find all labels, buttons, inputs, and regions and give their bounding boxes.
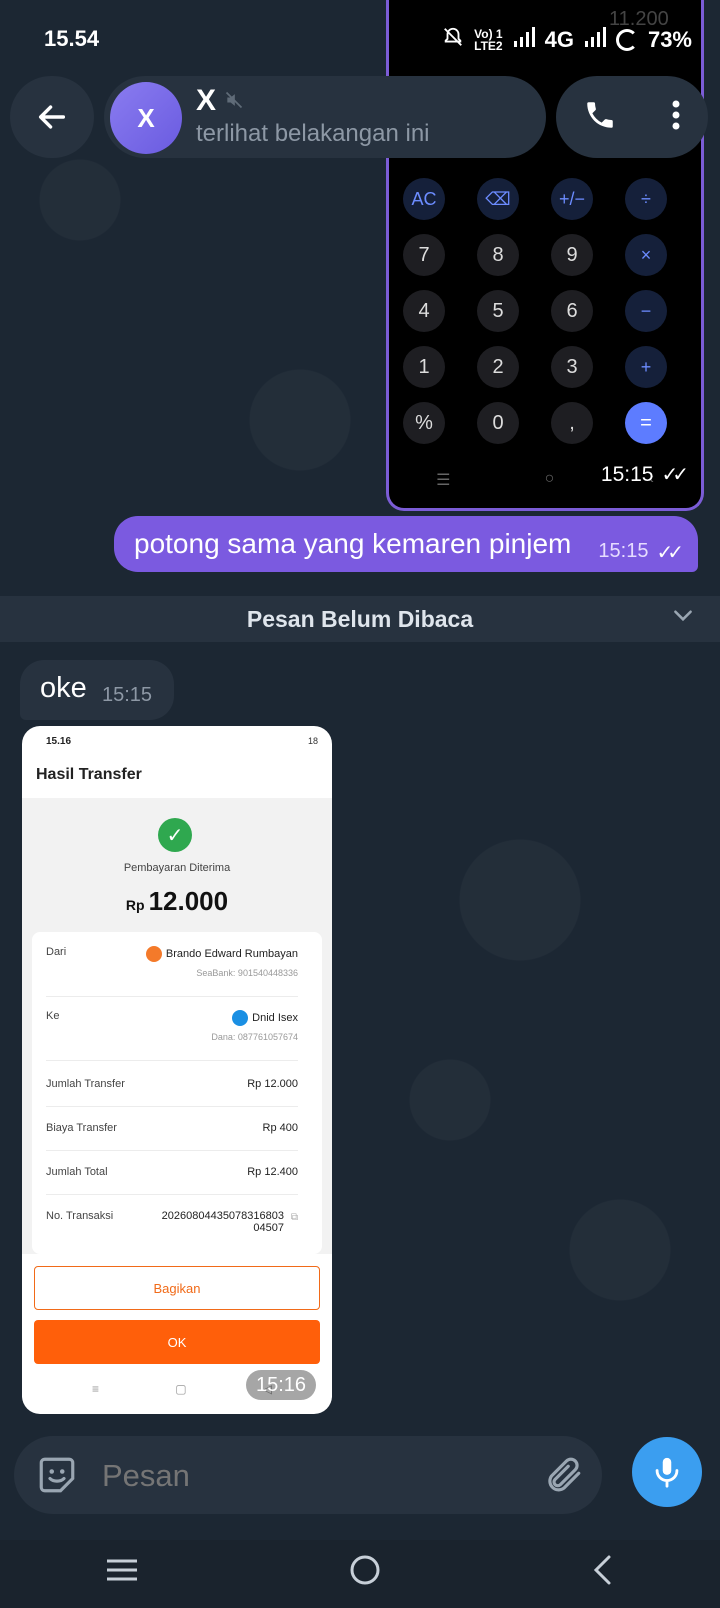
calculator-key: 6: [551, 290, 593, 332]
message-timestamp: 15:15: [102, 684, 153, 706]
transfer-details-card: Dari Brando Edward Rumbayan SeaBank: 901…: [32, 932, 322, 1254]
message-timestamp: 15:15 ✓✓: [598, 540, 683, 564]
user-avatar-icon: [145, 946, 162, 962]
calculator-key: AC: [403, 178, 445, 220]
calculator-key: 4: [403, 290, 445, 332]
calculator-key: ,: [551, 402, 593, 444]
message-text: potong sama yang kemaren pinjem: [134, 528, 572, 559]
battery-icon: [615, 29, 638, 51]
calculator-key: 7: [403, 234, 445, 276]
screenshot-nav-bar: ≡ ▢ ◁: [92, 1382, 272, 1396]
message-timestamp: 15:15 ✓✓: [600, 462, 689, 487]
calculator-key: 3: [551, 346, 593, 388]
header-actions: [556, 76, 708, 158]
from-row: Dari Brando Edward Rumbayan SeaBank: 901…: [46, 946, 298, 997]
phone-icon: [587, 101, 613, 128]
check-circle-icon: ✓: [158, 818, 192, 852]
calculator-key: −: [625, 290, 667, 332]
calculator-keypad: AC ⌫ +/− ÷ 7 8 9 × 4 5 6− 1 2 3 +% 0, =: [403, 178, 667, 444]
menu-icon: [107, 1559, 137, 1581]
calculator-key: 5: [477, 290, 519, 332]
more-options-button[interactable]: [671, 99, 681, 136]
calculator-key: ⌫: [477, 178, 519, 220]
transfer-amount: Rp 12.000: [125, 886, 229, 916]
network-type: 4G: [544, 27, 574, 52]
calculator-key: %: [403, 402, 445, 444]
paperclip-icon: [548, 1457, 581, 1492]
unread-label: Pesan Belum Dibaca: [246, 606, 474, 632]
attach-button[interactable]: [542, 1454, 584, 1501]
calculator-key: 1: [403, 346, 445, 388]
calculator-key: +: [625, 346, 667, 388]
battery-level: 73%: [647, 27, 692, 52]
double-check-icon: ✓✓: [661, 464, 688, 486]
home-icon: ○: [544, 470, 555, 487]
transfer-amount-row: Jumlah Transfer Rp 12.000: [46, 1078, 298, 1107]
calculator-key: 0: [477, 402, 519, 444]
mute-bell-icon: [442, 26, 464, 54]
calculator-key: 2: [477, 346, 519, 388]
calculator-key: 8: [477, 234, 519, 276]
total-row: Jumlah Total Rp 12.400: [46, 1166, 298, 1195]
system-navigation-bar: [0, 1540, 720, 1608]
fee-row: Biaya Transfer Rp 400: [46, 1122, 298, 1151]
back-nav-button[interactable]: [591, 1554, 615, 1594]
page-title: Hasil Transfer: [36, 766, 142, 783]
message-composer[interactable]: [14, 1436, 602, 1514]
calculator-key: +/−: [551, 178, 593, 220]
more-vertical-icon: [672, 100, 680, 129]
screenshot-battery: 18: [307, 736, 318, 746]
wallet-icon: [232, 1010, 249, 1026]
copy-icon: ⧉: [290, 1212, 298, 1223]
voice-record-button[interactable]: [632, 1437, 702, 1507]
sticker-button[interactable]: [36, 1454, 78, 1501]
status-time: 15.54: [44, 26, 100, 51]
double-check-icon: ✓✓: [656, 542, 683, 564]
signal-icon-2: [584, 27, 606, 53]
outgoing-message[interactable]: potong sama yang kemaren pinjem 15:15 ✓✓: [114, 516, 698, 572]
menu-icon: ☰: [436, 472, 451, 489]
message-input[interactable]: [102, 1456, 522, 1496]
last-seen-status: terlihat belakangan ini: [196, 120, 430, 147]
share-button: Bagikan: [34, 1266, 320, 1310]
message-text: oke: [40, 672, 87, 704]
payment-status: Pembayaran Diterima: [123, 862, 231, 874]
transfer-screenshot-message[interactable]: 15.16 18 Hasil Transfer ✓ Pembayaran Dit…: [22, 726, 332, 1414]
unread-messages-divider[interactable]: Pesan Belum Dibaca: [0, 596, 720, 642]
arrow-left-icon: [38, 105, 66, 129]
signal-icon: [513, 27, 535, 53]
incoming-message[interactable]: oke 15:15: [20, 660, 174, 720]
microphone-icon: [655, 1457, 679, 1488]
message-timestamp: 15:16: [246, 1370, 317, 1400]
chat-title: X: [196, 84, 217, 117]
phone-call-button[interactable]: [583, 98, 617, 137]
muted-speaker-icon: [224, 90, 244, 116]
calculator-key: ×: [625, 234, 667, 276]
chevron-down-icon: [670, 602, 696, 635]
volte-label: Vo) 1 LTE2: [474, 27, 503, 53]
recent-apps-button[interactable]: [105, 1557, 139, 1591]
screenshot-status-time: 15.16: [46, 736, 72, 747]
back-button[interactable]: [10, 76, 94, 158]
home-icon: ▢: [175, 1382, 187, 1396]
calculator-key: =: [625, 402, 667, 444]
calculator-key: 9: [551, 234, 593, 276]
avatar[interactable]: X: [110, 82, 182, 154]
chat-header[interactable]: X X terlihat belakangan ini: [104, 76, 546, 158]
status-icons: Vo) 1 LTE2 4G 73%: [442, 26, 692, 54]
ok-button: OK: [34, 1320, 320, 1364]
transaction-number-row: No. Transaksi 20260804435078316803 04507 …: [46, 1210, 298, 1234]
calculator-key: ÷: [625, 178, 667, 220]
home-circle-icon: [350, 1555, 380, 1585]
chevron-left-icon: [593, 1555, 611, 1585]
sticker-icon: [39, 1457, 75, 1493]
home-button[interactable]: [349, 1554, 381, 1594]
menu-icon: ≡: [92, 1382, 100, 1396]
to-row: Ke Dnid Isex Dana: 087761057674: [46, 1010, 298, 1061]
